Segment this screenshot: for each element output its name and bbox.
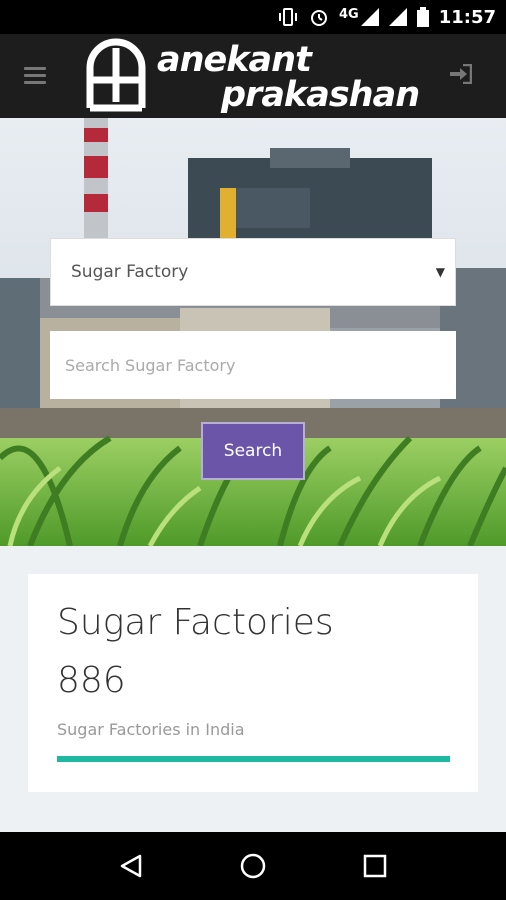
- clock-time: 11:57: [438, 6, 496, 28]
- hero-banner: Sugar Factory ▼ Search: [0, 118, 506, 546]
- signal-icon: [360, 8, 379, 26]
- content-area: Sugar Factories 886 Sugar Factories in I…: [0, 546, 506, 832]
- home-icon[interactable]: [233, 846, 273, 886]
- anekant-prakashan-logo: anekant prakashan: [84, 38, 424, 115]
- stat-card: Sugar Factories 886 Sugar Factories in I…: [28, 574, 478, 792]
- recents-icon[interactable]: [355, 846, 395, 886]
- category-select[interactable]: Sugar Factory ▼: [50, 238, 456, 306]
- battery-icon: [416, 7, 429, 27]
- sign-in-icon[interactable]: [450, 63, 473, 88]
- logo-text-prakashan: prakashan: [221, 75, 420, 115]
- system-nav-bar: [0, 832, 506, 900]
- app-bar: anekant prakashan: [0, 34, 506, 118]
- logo-text-anekant: anekant: [157, 40, 312, 80]
- stat-title: Sugar Factories: [57, 602, 334, 643]
- hamburger-menu-icon[interactable]: [24, 67, 46, 88]
- vibrate-icon: [277, 8, 299, 26]
- stat-progress-fill: [57, 756, 450, 762]
- search-input[interactable]: [50, 331, 456, 399]
- network-type-label: 4G: [338, 6, 359, 22]
- back-icon[interactable]: [111, 846, 151, 886]
- dropdown-arrow-icon: ▼: [435, 265, 445, 279]
- stat-progress-bar: [57, 756, 450, 762]
- logo-mark-icon: [86, 38, 146, 112]
- alarm-icon: [309, 7, 329, 27]
- search-button[interactable]: Search: [201, 422, 305, 480]
- phone-screen: 4G 11:57 anekant prakashan Sugar Factory…: [0, 0, 506, 900]
- stat-count: 886: [57, 660, 126, 701]
- status-bar: 4G 11:57: [0, 0, 506, 34]
- category-select-value: Sugar Factory: [71, 262, 189, 282]
- signal-icon: [388, 8, 407, 26]
- stat-subtitle: Sugar Factories in India: [57, 720, 245, 739]
